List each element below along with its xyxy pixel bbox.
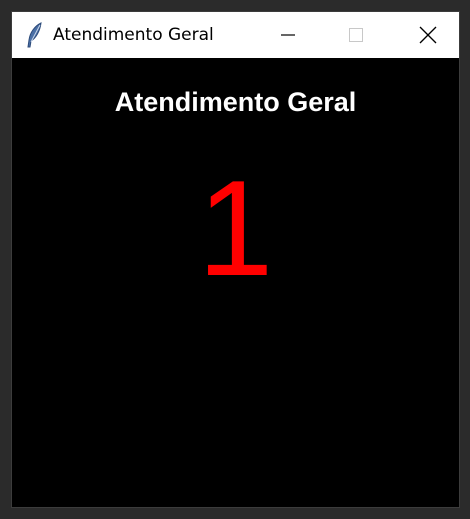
title-bar[interactable]: Atendimento Geral xyxy=(12,12,459,58)
minimize-icon xyxy=(281,34,295,36)
feather-icon xyxy=(26,22,44,48)
close-button[interactable] xyxy=(405,12,451,58)
page-title: Atendimento Geral xyxy=(114,87,357,117)
current-ticket-number: 1 xyxy=(197,152,274,304)
close-icon xyxy=(419,26,437,44)
app-window: Atendimento Geral Atendimento Geral 1 xyxy=(11,11,460,508)
window-title: Atendimento Geral xyxy=(53,25,214,45)
minimize-button[interactable] xyxy=(265,12,311,58)
maximize-button[interactable] xyxy=(333,12,379,58)
maximize-icon xyxy=(349,28,363,42)
